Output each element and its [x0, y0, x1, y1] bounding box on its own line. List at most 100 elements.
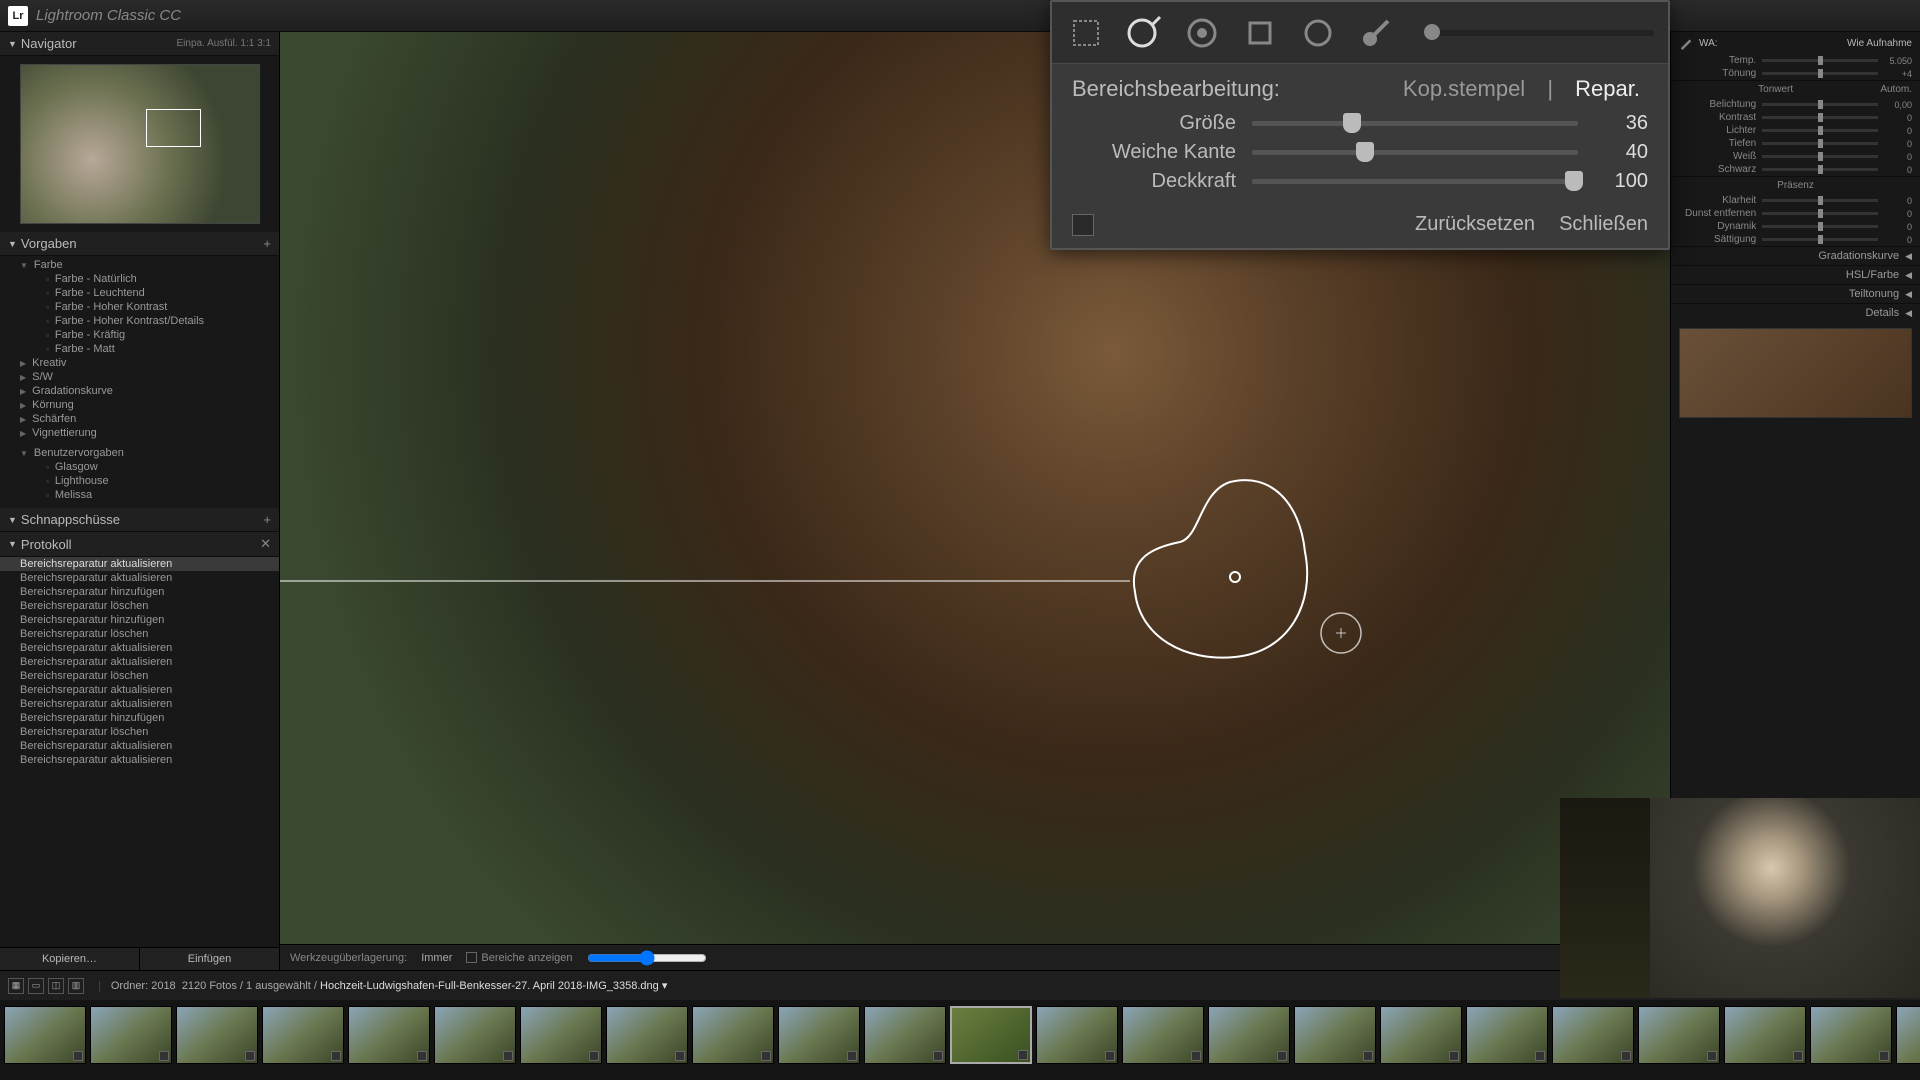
- saturation-slider[interactable]: [1762, 238, 1878, 241]
- checkbox-icon[interactable]: [466, 952, 477, 963]
- mode-clone[interactable]: Kop.stempel: [1395, 76, 1533, 101]
- feather-slider[interactable]: [1252, 150, 1578, 155]
- crop-tool-icon[interactable]: [1066, 13, 1106, 53]
- temp-slider[interactable]: [1762, 59, 1878, 62]
- filmstrip-thumb[interactable]: [90, 1006, 172, 1064]
- history-item[interactable]: Bereichsreparatur aktualisieren: [0, 655, 279, 669]
- filmstrip-thumb[interactable]: [1122, 1006, 1204, 1064]
- wb-value[interactable]: Wie Aufnahme: [1847, 38, 1912, 49]
- paste-button[interactable]: Einfügen: [140, 948, 279, 970]
- navigator-zoom-levels[interactable]: Einpa. Ausfül. 1:1 3:1: [176, 38, 271, 49]
- grid-view-icon[interactable]: ▦: [8, 978, 24, 994]
- exposure-slider[interactable]: [1762, 103, 1878, 106]
- filmstrip-thumb[interactable]: [262, 1006, 344, 1064]
- history-header[interactable]: ▼ Protokoll ✕: [0, 532, 279, 557]
- graduated-filter-icon[interactable]: [1240, 13, 1280, 53]
- history-item[interactable]: Bereichsreparatur löschen: [0, 599, 279, 613]
- adjustment-brush-icon[interactable]: [1356, 13, 1396, 53]
- contrast-slider[interactable]: [1762, 116, 1878, 119]
- compare-view-icon[interactable]: ◫: [48, 978, 64, 994]
- history-item[interactable]: Bereichsreparatur löschen: [0, 725, 279, 739]
- dehaze-slider[interactable]: [1762, 212, 1878, 215]
- mode-heal[interactable]: Repar.: [1567, 76, 1648, 101]
- show-areas-toggle[interactable]: Bereiche anzeigen: [466, 952, 572, 964]
- filmstrip-thumb[interactable]: [4, 1006, 86, 1064]
- folder-label[interactable]: Ordner: 2018: [111, 980, 176, 992]
- brush-preview-slider[interactable]: [1424, 30, 1654, 36]
- history-item[interactable]: Bereichsreparatur löschen: [0, 669, 279, 683]
- filmstrip-thumb[interactable]: [1208, 1006, 1290, 1064]
- filmstrip-thumb[interactable]: [1380, 1006, 1462, 1064]
- history-item[interactable]: Bereichsreparatur löschen: [0, 627, 279, 641]
- shadows-slider[interactable]: [1762, 142, 1878, 145]
- filmstrip-thumb[interactable]: [864, 1006, 946, 1064]
- whites-slider[interactable]: [1762, 155, 1878, 158]
- history-item[interactable]: Bereichsreparatur hinzufügen: [0, 613, 279, 627]
- navigator-thumbnail[interactable]: [20, 64, 260, 224]
- visualize-slider[interactable]: [587, 950, 707, 966]
- plus-icon[interactable]: +: [263, 236, 271, 251]
- preset-item[interactable]: ▫Farbe - Hoher Kontrast/Details: [0, 314, 279, 328]
- overlay-mode-value[interactable]: Immer: [421, 952, 452, 964]
- preset-group[interactable]: ▶Kreativ: [0, 356, 279, 370]
- panel-gradationskurve[interactable]: Gradationskurve◀: [1671, 246, 1920, 265]
- preset-group[interactable]: ▶Körnung: [0, 398, 279, 412]
- history-item[interactable]: Bereichsreparatur aktualisieren: [0, 697, 279, 711]
- preset-item[interactable]: ▫Glasgow: [0, 460, 279, 474]
- filmstrip-thumb[interactable]: [1294, 1006, 1376, 1064]
- filmstrip-thumb[interactable]: [1552, 1006, 1634, 1064]
- panel-teiltonung[interactable]: Teiltonung◀: [1671, 284, 1920, 303]
- history-item[interactable]: Bereichsreparatur aktualisieren: [0, 739, 279, 753]
- reset-button[interactable]: Zurücksetzen: [1415, 213, 1535, 236]
- filmstrip-thumb[interactable]: [520, 1006, 602, 1064]
- history-item[interactable]: Bereichsreparatur aktualisieren: [0, 641, 279, 655]
- history-item[interactable]: Bereichsreparatur aktualisieren: [0, 557, 279, 571]
- size-slider[interactable]: [1252, 121, 1578, 126]
- radial-filter-icon[interactable]: [1298, 13, 1338, 53]
- navigator-view-rect[interactable]: [146, 109, 201, 147]
- filmstrip-thumb[interactable]: [606, 1006, 688, 1064]
- panel-details[interactable]: Details◀: [1671, 303, 1920, 322]
- eyedropper-icon[interactable]: [1679, 36, 1693, 50]
- preset-item[interactable]: ▫Farbe - Kräftig: [0, 328, 279, 342]
- brush-cursor[interactable]: [1318, 610, 1364, 656]
- filmstrip-thumb[interactable]: [434, 1006, 516, 1064]
- history-item[interactable]: Bereichsreparatur aktualisieren: [0, 683, 279, 697]
- filmstrip-thumb[interactable]: [1810, 1006, 1892, 1064]
- preset-item[interactable]: ▫Farbe - Hoher Kontrast: [0, 300, 279, 314]
- presets-header[interactable]: ▼ Vorgaben +: [0, 232, 279, 256]
- highlights-slider[interactable]: [1762, 129, 1878, 132]
- preset-group[interactable]: ▼Farbe: [0, 258, 279, 272]
- preset-item[interactable]: ▫Farbe - Natürlich: [0, 272, 279, 286]
- clear-icon[interactable]: ✕: [260, 536, 271, 552]
- filmstrip-thumb[interactable]: [778, 1006, 860, 1064]
- filmstrip-thumb[interactable]: [176, 1006, 258, 1064]
- preset-group[interactable]: ▶S/W: [0, 370, 279, 384]
- auto-button[interactable]: Autom.: [1880, 84, 1920, 95]
- loupe-view-icon[interactable]: ▭: [28, 978, 44, 994]
- opacity-slider[interactable]: [1252, 179, 1578, 184]
- filmstrip-thumb[interactable]: [692, 1006, 774, 1064]
- history-item[interactable]: Bereichsreparatur hinzufügen: [0, 585, 279, 599]
- detail-preview[interactable]: [1679, 328, 1912, 418]
- filmstrip-thumb[interactable]: [1896, 1006, 1920, 1064]
- history-item[interactable]: Bereichsreparatur aktualisieren: [0, 571, 279, 585]
- preset-item[interactable]: ▫Melissa: [0, 488, 279, 502]
- filename[interactable]: Hochzeit-Ludwigshafen-Full-Benkesser-27.…: [320, 979, 667, 992]
- redeye-tool-icon[interactable]: [1182, 13, 1222, 53]
- filmstrip-thumb[interactable]: [1036, 1006, 1118, 1064]
- preset-item[interactable]: ▫Lighthouse: [0, 474, 279, 488]
- preset-group[interactable]: ▼Benutzervorgaben: [0, 446, 279, 460]
- history-item[interactable]: Bereichsreparatur aktualisieren: [0, 753, 279, 767]
- filmstrip-thumb[interactable]: [1638, 1006, 1720, 1064]
- clarity-slider[interactable]: [1762, 199, 1878, 202]
- preset-group[interactable]: ▶Vignettierung: [0, 426, 279, 440]
- navigator-header[interactable]: ▼ Navigator Einpa. Ausfül. 1:1 3:1: [0, 32, 279, 56]
- tool-toggle-switch[interactable]: [1072, 214, 1094, 236]
- preset-group[interactable]: ▶Gradationskurve: [0, 384, 279, 398]
- filmstrip-thumb[interactable]: [1466, 1006, 1548, 1064]
- close-button[interactable]: Schließen: [1559, 213, 1648, 236]
- copy-button[interactable]: Kopieren…: [0, 948, 140, 970]
- vibrance-slider[interactable]: [1762, 225, 1878, 228]
- preset-item[interactable]: ▫Farbe - Leuchtend: [0, 286, 279, 300]
